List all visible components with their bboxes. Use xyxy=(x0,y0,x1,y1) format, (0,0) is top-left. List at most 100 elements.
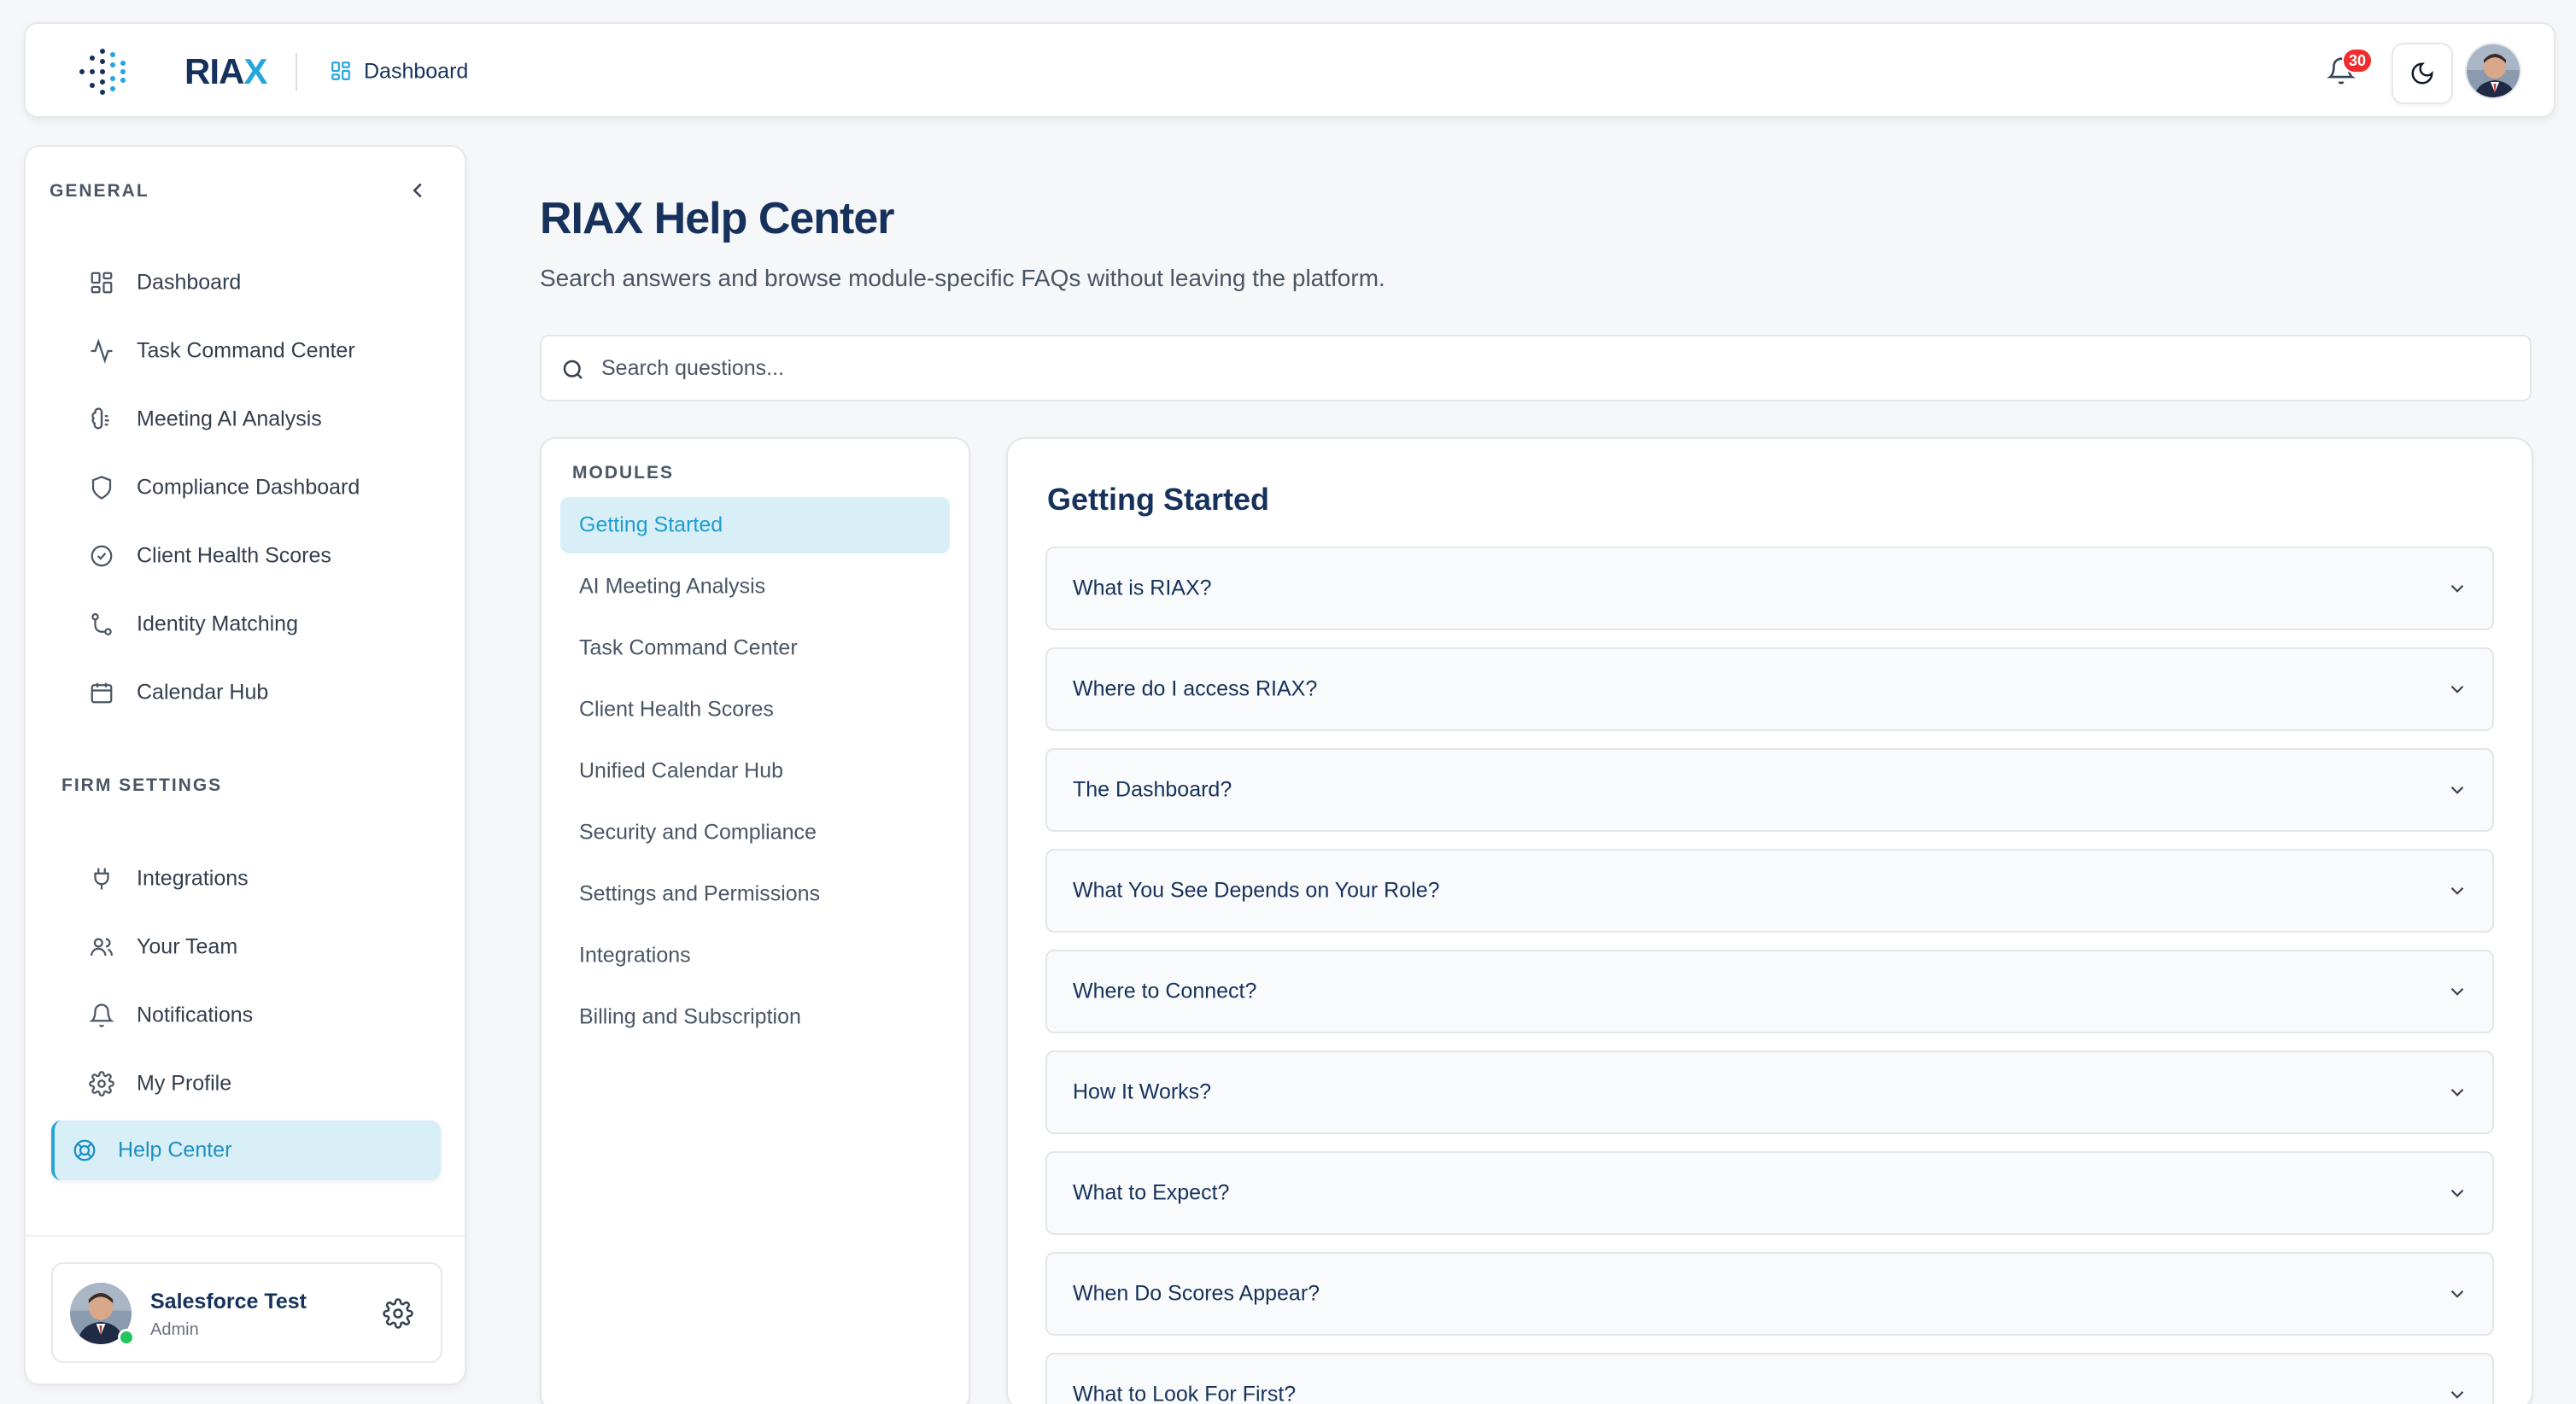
modules-panel: MODULES Getting Started AI Meeting Analy… xyxy=(540,437,970,1404)
user-profile-card[interactable]: Salesforce Test Admin xyxy=(51,1262,442,1363)
module-billing-and-subscription[interactable]: Billing and Subscription xyxy=(560,989,950,1045)
sidebar-item-label: Task Command Center xyxy=(137,338,355,363)
breadcrumb-dashboard[interactable]: Dashboard xyxy=(364,60,468,85)
sidebar-item-my-profile[interactable]: My Profile xyxy=(51,1054,441,1114)
faq-question: When Do Scores Appear? xyxy=(1073,1281,1320,1306)
faq-question: What to Look For First? xyxy=(1073,1382,1297,1404)
module-security-and-compliance[interactable]: Security and Compliance xyxy=(560,804,950,861)
search-box xyxy=(540,335,2532,401)
faq-question: Where do I access RIAX? xyxy=(1073,676,1318,701)
faq-item[interactable]: What to Look For First? xyxy=(1045,1353,2494,1404)
git-branch-icon xyxy=(89,611,114,637)
sidebar-item-client-health-scores[interactable]: Client Health Scores xyxy=(51,526,441,586)
module-label: Unified Calendar Hub xyxy=(579,758,784,783)
grid-icon xyxy=(330,60,352,82)
sidebar-collapse-button[interactable] xyxy=(405,178,430,203)
faq-item[interactable]: The Dashboard? xyxy=(1045,748,2494,832)
lifebuoy-icon xyxy=(72,1138,97,1163)
activity-icon xyxy=(89,338,114,364)
chevron-down-icon xyxy=(2446,980,2468,1003)
module-label: Task Command Center xyxy=(579,635,798,660)
module-label: Security and Compliance xyxy=(579,820,817,845)
header-divider xyxy=(296,53,297,91)
page-title: RIAX Help Center xyxy=(540,194,895,243)
gear-icon xyxy=(89,1071,114,1097)
shield-icon xyxy=(89,475,114,500)
faq-question: What to Expect? xyxy=(1073,1180,1230,1205)
gear-icon xyxy=(383,1298,413,1329)
sidebar-item-label: Help Center xyxy=(118,1138,232,1162)
user-name: Salesforce Test xyxy=(150,1290,307,1313)
faq-item[interactable]: Where do I access RIAX? xyxy=(1045,647,2494,731)
module-integrations[interactable]: Integrations xyxy=(560,927,950,984)
faq-section-title: Getting Started xyxy=(1047,482,1270,517)
notification-count-badge: 30 xyxy=(2342,48,2374,73)
faq-item[interactable]: What is RIAX? xyxy=(1045,547,2494,630)
sidebar: GENERAL Dashboard Task Command Center Me… xyxy=(24,145,466,1385)
faq-item[interactable]: What to Expect? xyxy=(1045,1151,2494,1235)
sidebar-item-your-team[interactable]: Your Team xyxy=(51,917,441,977)
bell-icon xyxy=(89,1003,114,1028)
sidebar-item-label: Compliance Dashboard xyxy=(137,475,360,500)
sidebar-item-notifications[interactable]: Notifications xyxy=(51,986,441,1045)
sidebar-item-label: Your Team xyxy=(137,934,238,959)
plug-icon xyxy=(89,866,114,892)
sidebar-item-help-center[interactable]: Help Center xyxy=(51,1120,441,1180)
user-avatar-top[interactable] xyxy=(2465,43,2521,99)
module-label: AI Meeting Analysis xyxy=(579,574,766,599)
faq-question: How It Works? xyxy=(1073,1079,1212,1104)
sidebar-item-label: Integrations xyxy=(137,866,249,891)
faq-item[interactable]: How It Works? xyxy=(1045,1050,2494,1134)
sidebar-item-label: My Profile xyxy=(137,1071,232,1096)
chevron-down-icon xyxy=(2446,678,2468,700)
sidebar-item-label: Notifications xyxy=(137,1003,254,1027)
module-label: Client Health Scores xyxy=(579,697,774,722)
user-settings-button[interactable] xyxy=(383,1298,413,1329)
module-getting-started[interactable]: Getting Started xyxy=(560,497,950,553)
sidebar-item-dashboard[interactable]: Dashboard xyxy=(51,253,441,313)
faq-item[interactable]: What You See Depends on Your Role? xyxy=(1045,849,2494,933)
sidebar-item-label: Dashboard xyxy=(137,270,242,295)
faq-question: Where to Connect? xyxy=(1073,979,1257,1003)
chevron-down-icon xyxy=(2446,1283,2468,1305)
modules-heading: MODULES xyxy=(572,463,674,483)
sidebar-footer-divider xyxy=(26,1235,465,1237)
brand-logo-text[interactable]: RIAX xyxy=(184,51,267,92)
sidebar-item-label: Client Health Scores xyxy=(137,543,331,568)
brain-icon xyxy=(89,407,114,432)
chevron-down-icon xyxy=(2446,779,2468,801)
faq-question: The Dashboard? xyxy=(1073,777,1232,802)
module-settings-and-permissions[interactable]: Settings and Permissions xyxy=(560,866,950,922)
module-client-health-scores[interactable]: Client Health Scores xyxy=(560,682,950,738)
sidebar-section-firm-settings: FIRM SETTINGS xyxy=(61,775,223,795)
sidebar-item-meeting-ai-analysis[interactable]: Meeting AI Analysis xyxy=(51,389,441,449)
logo-text-accent: X xyxy=(243,51,267,91)
sidebar-item-compliance-dashboard[interactable]: Compliance Dashboard xyxy=(51,458,441,518)
sidebar-item-label: Calendar Hub xyxy=(137,680,269,705)
sidebar-item-task-command-center[interactable]: Task Command Center xyxy=(51,321,441,381)
chevron-down-icon xyxy=(2446,1384,2468,1404)
faq-item[interactable]: When Do Scores Appear? xyxy=(1045,1252,2494,1336)
sidebar-item-calendar-hub[interactable]: Calendar Hub xyxy=(51,663,441,722)
chevron-down-icon xyxy=(2446,1081,2468,1103)
module-label: Billing and Subscription xyxy=(579,1004,801,1029)
dot-grid-logo-icon[interactable] xyxy=(77,46,132,97)
module-label: Settings and Permissions xyxy=(579,881,821,906)
sidebar-item-integrations[interactable]: Integrations xyxy=(51,849,441,909)
chevron-down-icon xyxy=(2446,577,2468,600)
check-circle-icon xyxy=(89,543,114,569)
sidebar-item-identity-matching[interactable]: Identity Matching xyxy=(51,594,441,654)
online-status-dot xyxy=(118,1329,135,1346)
module-unified-calendar-hub[interactable]: Unified Calendar Hub xyxy=(560,743,950,799)
faq-item[interactable]: Where to Connect? xyxy=(1045,950,2494,1033)
calendar-icon xyxy=(89,680,114,705)
logo-text-main: RIA xyxy=(184,51,244,91)
search-input[interactable] xyxy=(601,336,2515,400)
module-ai-meeting-analysis[interactable]: AI Meeting Analysis xyxy=(560,559,950,615)
faq-question: What is RIAX? xyxy=(1073,576,1212,600)
sidebar-item-label: Identity Matching xyxy=(137,611,298,636)
module-task-command-center[interactable]: Task Command Center xyxy=(560,620,950,676)
module-label: Getting Started xyxy=(579,512,723,537)
sidebar-item-label: Meeting AI Analysis xyxy=(137,407,322,431)
theme-toggle-button[interactable] xyxy=(2392,43,2453,104)
